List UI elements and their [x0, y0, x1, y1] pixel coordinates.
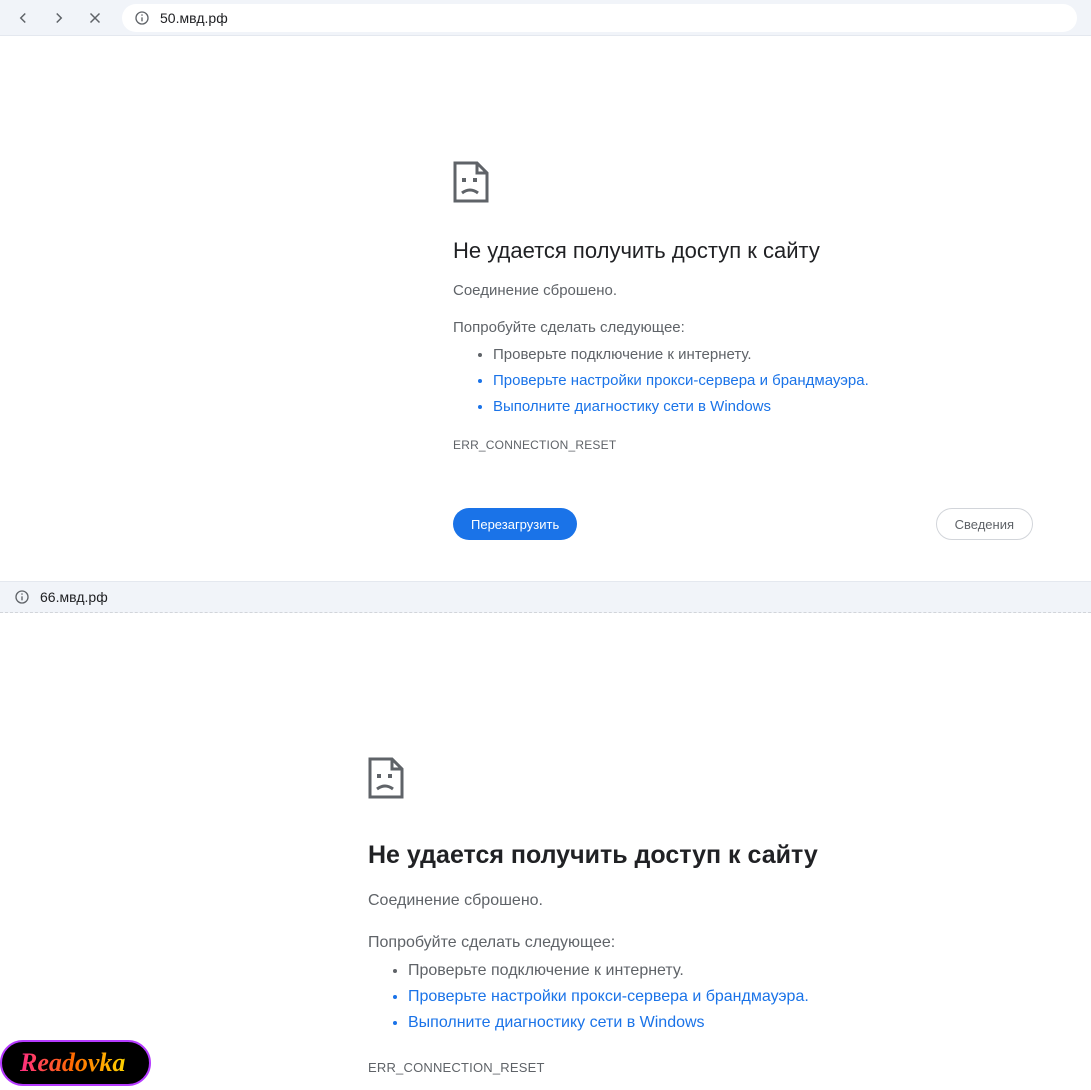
- back-button[interactable]: [14, 9, 32, 27]
- network-diagnostics-link[interactable]: Выполните диагностику сети в Windows: [408, 1014, 705, 1031]
- toolbar: 66.мвд.рф: [0, 581, 1091, 613]
- error-subtitle: Соединение сброшено.: [453, 282, 1033, 299]
- error-content: Не удается получить доступ к сайту Соеди…: [368, 756, 1008, 1075]
- error-page-1: Не удается получить доступ к сайту Соеди…: [0, 36, 1091, 581]
- address-bar[interactable]: 50.мвд.рф: [122, 4, 1077, 32]
- error-suggestion-list: Проверьте подключение к интернету. Прове…: [368, 958, 1008, 1036]
- reload-button[interactable]: Перезагрузить: [453, 508, 577, 540]
- url-text: 66.мвд.рф: [40, 589, 108, 605]
- watermark-badge: Readovka: [0, 1040, 151, 1086]
- stop-button[interactable]: [86, 9, 104, 27]
- error-suggestion-item: Проверьте настройки прокси-сервера и бра…: [493, 368, 1033, 394]
- network-diagnostics-link[interactable]: Выполните диагностику сети в Windows: [493, 398, 771, 415]
- details-button[interactable]: Сведения: [936, 508, 1033, 540]
- error-try-label: Попробуйте сделать следующее:: [453, 319, 1033, 336]
- toolbar: 50.мвд.рф: [0, 0, 1091, 36]
- error-try-label: Попробуйте сделать следующее:: [368, 934, 1008, 952]
- error-suggestion-item: Проверьте настройки прокси-сервера и бра…: [408, 984, 1008, 1010]
- error-title: Не удается получить доступ к сайту: [453, 238, 1033, 264]
- error-suggestion-item: Проверьте подключение к интернету.: [408, 958, 1008, 984]
- error-suggestion-item: Проверьте подключение к интернету.: [493, 342, 1033, 368]
- watermark-text: Readovka: [20, 1048, 125, 1078]
- error-code: ERR_CONNECTION_RESET: [368, 1060, 1008, 1075]
- frown-document-icon: [368, 756, 404, 800]
- url-text: 50.мвд.рф: [160, 10, 228, 26]
- button-row: Перезагрузить Сведения: [453, 508, 1033, 540]
- proxy-settings-link[interactable]: Проверьте настройки прокси-сервера и бра…: [493, 372, 865, 389]
- error-content: Не удается получить доступ к сайту Соеди…: [453, 161, 1033, 540]
- site-info-icon[interactable]: [14, 589, 30, 605]
- forward-button[interactable]: [50, 9, 68, 27]
- error-suggestion-item: Выполните диагностику сети в Windows: [493, 394, 1033, 420]
- browser-window-1: 50.мвд.рф Не удается получить доступ к с…: [0, 0, 1091, 36]
- error-suggestion-item: Выполните диагностику сети в Windows: [408, 1010, 1008, 1036]
- error-subtitle: Соединение сброшено.: [368, 892, 1008, 910]
- error-page-2: Не удается получить доступ к сайту Соеди…: [0, 613, 1091, 1090]
- site-info-icon[interactable]: [134, 10, 150, 26]
- proxy-settings-link[interactable]: Проверьте настройки прокси-сервера и бра…: [408, 988, 804, 1005]
- error-suggestion-list: Проверьте подключение к интернету. Прове…: [453, 342, 1033, 420]
- browser-window-2: 66.мвд.рф Не удается получить доступ к с…: [0, 581, 1091, 1090]
- error-title: Не удается получить доступ к сайту: [368, 841, 1008, 870]
- frown-document-icon: [453, 161, 489, 203]
- error-code: ERR_CONNECTION_RESET: [453, 438, 1033, 452]
